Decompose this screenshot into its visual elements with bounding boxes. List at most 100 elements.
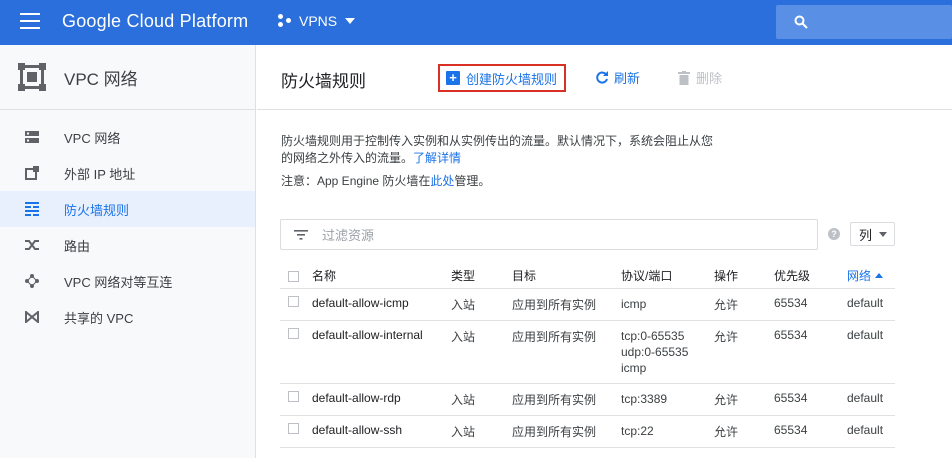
rule-priority: 65534 (774, 320, 847, 384)
row-checkbox[interactable] (288, 327, 299, 339)
sidebar: VPC 网络 VPC 网络 外部 IP 地址 防火墙规则 路由 VPC 网络对等… (0, 45, 256, 458)
vpc-network-icon (24, 129, 40, 145)
row-checkbox[interactable] (288, 390, 299, 402)
rule-type: 入站 (451, 383, 512, 416)
header-ports[interactable]: 协议/端口 (621, 264, 714, 289)
firewall-icon (24, 201, 40, 217)
brand-title[interactable]: Google Cloud Platform (62, 11, 248, 32)
sidebar-item-label: 防火墙规则 (64, 202, 130, 218)
header-type[interactable]: 类型 (451, 264, 512, 289)
search-input[interactable] (776, 5, 952, 39)
rule-target: 应用到所有实例 (512, 383, 621, 416)
refresh-icon (596, 70, 608, 83)
rule-name[interactable]: default-allow-internal (312, 320, 451, 384)
page-title: 防火墙规则 (281, 72, 366, 91)
header-priority[interactable]: 优先级 (774, 264, 847, 289)
header-network-label: 网络 (847, 269, 872, 284)
sidebar-item-label: VPC 网络对等互连 (64, 274, 173, 290)
sidebar-header: VPC 网络 (0, 45, 255, 110)
delete-button-label: 删除 (696, 71, 723, 86)
note-prefix: 注意：App Engine 防火墙在 (281, 174, 431, 188)
main-content: 防火墙规则 + 创建防火墙规则 刷新 删除 防火墙规则用于控制传入实例和从实例传… (257, 45, 952, 458)
port-entry: icmp (621, 360, 647, 375)
project-selector[interactable]: VPNS (278, 13, 356, 29)
sidebar-item-label: VPC 网络 (64, 130, 121, 146)
filter-input[interactable]: 过滤资源 (280, 219, 818, 250)
rule-name[interactable]: default-allow-rdp (312, 383, 451, 416)
sidebar-item-routes[interactable]: 路由 (0, 227, 255, 263)
app-engine-note: 注意：App Engine 防火墙在此处管理。 (281, 172, 490, 189)
header-network[interactable]: 网络 (847, 264, 895, 289)
row-checkbox[interactable] (288, 295, 299, 307)
header-target[interactable]: 目标 (512, 264, 621, 289)
sort-ascending-icon (875, 273, 884, 279)
port-entry: tcp:22 (621, 423, 654, 438)
rule-network: default (847, 415, 895, 448)
sidebar-title: VPC 网络 (64, 69, 138, 89)
select-all-checkbox[interactable] (288, 270, 299, 282)
rule-ports: tcp:3389 (621, 383, 714, 416)
table-row[interactable]: default-allow-rdp 入站 应用到所有实例 tcp:3389 允许… (280, 383, 895, 416)
rule-priority: 65534 (774, 415, 847, 448)
search-icon (794, 15, 808, 29)
rule-action: 允许 (714, 320, 774, 384)
rule-type: 入站 (451, 288, 512, 321)
description-line: 防火墙规则用于控制传入实例和从实例传出的流量。默认情况下，系统会阻止从您 (281, 134, 714, 148)
project-dots-icon (278, 14, 292, 28)
chevron-down-icon (345, 18, 356, 24)
rule-ports: tcp:22 (621, 415, 714, 448)
app-engine-here-link[interactable]: 此处 (430, 174, 454, 188)
sidebar-item-vpc-network[interactable]: VPC 网络 (0, 119, 255, 155)
port-entry: tcp:0-65535 (621, 328, 685, 343)
note-suffix: 管理。 (454, 174, 491, 188)
external-ip-icon (24, 165, 40, 181)
create-button-label: 创建防火墙规则 (466, 71, 558, 87)
rule-ports: tcp:0-65535 udp:0-65535 icmp (621, 320, 714, 384)
filter-icon (294, 229, 308, 240)
rule-target: 应用到所有实例 (512, 415, 621, 448)
chevron-down-icon (879, 231, 888, 237)
vpc-product-icon (18, 63, 46, 91)
rule-network: default (847, 383, 895, 416)
rule-name[interactable]: default-allow-ssh (312, 415, 451, 448)
delete-button[interactable]: 删除 (678, 68, 722, 87)
sidebar-item-external-ip[interactable]: 外部 IP 地址 (0, 155, 255, 191)
rule-name[interactable]: default-allow-icmp (312, 288, 451, 321)
page-description: 防火墙规则用于控制传入实例和从实例传出的流量。默认情况下，系统会阻止从您 的网络… (281, 133, 741, 167)
rule-action: 允许 (714, 288, 774, 321)
table-header-row: 名称 类型 目标 协议/端口 操作 优先级 网络 (280, 264, 895, 289)
learn-more-link[interactable]: 了解详情 (413, 151, 461, 165)
sidebar-item-label: 共享的 VPC (64, 310, 134, 326)
rule-type: 入站 (451, 415, 512, 448)
action-bar: 防火墙规则 + 创建防火墙规则 刷新 删除 (257, 45, 952, 110)
sidebar-item-firewall-rules[interactable]: 防火墙规则 (0, 191, 255, 227)
rule-target: 应用到所有实例 (512, 320, 621, 384)
header-name[interactable]: 名称 (312, 264, 451, 289)
sidebar-item-shared-vpc[interactable]: 共享的 VPC (0, 299, 255, 335)
header-action[interactable]: 操作 (714, 264, 774, 289)
rule-target: 应用到所有实例 (512, 288, 621, 321)
trash-icon (678, 70, 690, 85)
row-checkbox[interactable] (288, 422, 299, 434)
table-row[interactable]: default-allow-icmp 入站 应用到所有实例 icmp 允许 65… (280, 288, 895, 321)
help-icon[interactable]: ? (828, 228, 840, 240)
rule-network: default (847, 288, 895, 321)
rule-ports: icmp (621, 288, 714, 321)
firewall-rules-table: 名称 类型 目标 协议/端口 操作 优先级 网络 default-allow-i… (280, 264, 895, 448)
table-row[interactable]: default-allow-internal 入站 应用到所有实例 tcp:0-… (280, 320, 895, 384)
create-firewall-rule-button[interactable]: + 创建防火墙规则 (438, 64, 566, 92)
routes-icon (24, 237, 40, 253)
rule-priority: 65534 (774, 383, 847, 416)
project-name: VPNS (299, 13, 338, 29)
peering-icon (24, 273, 40, 289)
description-line: 的网络之外传入的流量。 (281, 151, 414, 165)
rule-network: default (847, 320, 895, 384)
port-entry: udp:0-65535 (621, 344, 689, 359)
hamburger-menu-icon[interactable] (20, 13, 40, 31)
refresh-button[interactable]: 刷新 (595, 68, 640, 87)
rule-action: 允许 (714, 383, 774, 416)
sidebar-item-vpc-peering[interactable]: VPC 网络对等互连 (0, 263, 255, 299)
columns-button[interactable]: 列 (850, 222, 895, 246)
table-row[interactable]: default-allow-ssh 入站 应用到所有实例 tcp:22 允许 6… (280, 415, 895, 448)
top-app-bar: Google Cloud Platform VPNS (0, 0, 952, 45)
